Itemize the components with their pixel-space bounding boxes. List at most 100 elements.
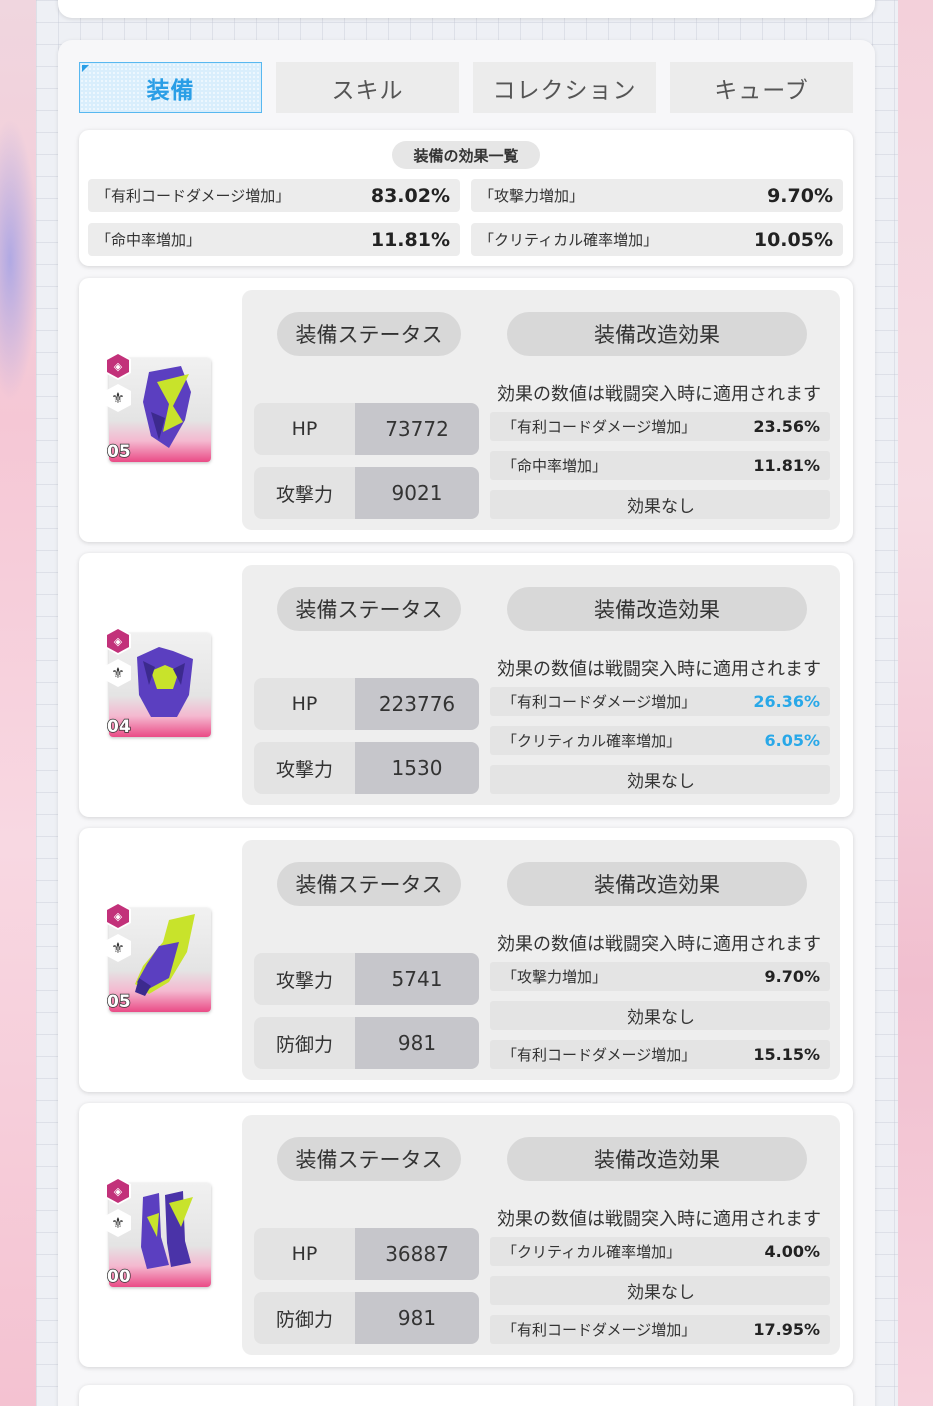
mod-row: 「クリティカル確率増加」 6.05%	[490, 726, 830, 755]
mod-row: 「有利コードダメージ増加」 26.36%	[490, 687, 830, 716]
equipment-detail-panel: 装備ステータス 装備改造効果 HP 223776 攻撃力 1530 効果の数値は…	[242, 565, 840, 805]
summary-value: 9.70%	[767, 184, 833, 207]
tab-collection[interactable]: コレクション	[473, 62, 656, 113]
stat-row: 防御力 981	[254, 1292, 479, 1344]
equipment-detail-panel: 装備ステータス 装備改造効果 攻撃力 5741 防御力 981 効果の数値は戦闘…	[242, 840, 840, 1080]
equipment-card: ◈ ⚜ 00 装備ステータス 装備改造効果 HP 36887 防御力 981 効…	[79, 1103, 853, 1367]
equipment-detail-panel: 装備ステータス 装備改造効果 HP 36887 防御力 981 効果の数値は戦闘…	[242, 1115, 840, 1355]
stat-row: HP 36887	[254, 1228, 479, 1280]
tab-label: キューブ	[714, 77, 809, 104]
stat-label: 防御力	[254, 1017, 355, 1069]
summary-row: 「クリティカル確率増加」 10.05%	[471, 223, 843, 256]
mod-row-empty: 効果なし	[490, 1001, 830, 1030]
mod-note: 効果の数値は戦闘突入時に適用されます	[497, 384, 821, 405]
mod-row: 「有利コードダメージ増加」 23.56%	[490, 412, 830, 441]
summary-value: 10.05%	[753, 228, 833, 251]
mod-row: 「有利コードダメージ増加」 17.95%	[490, 1315, 830, 1344]
stat-row: 攻撃力 9021	[254, 467, 479, 519]
summary-label: 「有利コードダメージ増加」	[96, 187, 291, 205]
stat-label: HP	[254, 1228, 355, 1280]
mod-label: 「命中率増加」	[502, 457, 608, 475]
mod-label: 「有利コードダメージ増加」	[502, 693, 697, 711]
mod-title: 装備改造効果	[507, 587, 807, 631]
stat-label: 攻撃力	[254, 742, 355, 794]
stat-row: 防御力 981	[254, 1017, 479, 1069]
next-card	[79, 1385, 853, 1406]
mod-title: 装備改造効果	[507, 862, 807, 906]
summary-title: 装備の効果一覧	[392, 141, 540, 169]
mod-label: 「有利コードダメージ増加」	[502, 1046, 697, 1064]
right-background-art	[897, 0, 933, 1406]
equipment-item[interactable]: ◈ ⚜ 04	[105, 627, 213, 739]
mod-value: 26.36%	[753, 692, 820, 711]
stat-value: 5741	[355, 953, 479, 1005]
stat-label: HP	[254, 403, 355, 455]
status-title: 装備ステータス	[277, 862, 461, 906]
stat-value: 9021	[355, 467, 479, 519]
no-effect-label: 効果なし	[627, 772, 695, 792]
mod-label: 「有利コードダメージ増加」	[502, 1321, 697, 1339]
stat-value: 1530	[355, 742, 479, 794]
tab-skills[interactable]: スキル	[276, 62, 459, 113]
summary-row: 「攻撃力増加」 9.70%	[471, 179, 843, 212]
stat-row: HP 73772	[254, 403, 479, 455]
mod-note: 効果の数値は戦闘突入時に適用されます	[497, 934, 821, 955]
mod-note: 効果の数値は戦闘突入時に適用されます	[497, 1209, 821, 1230]
left-background-art	[0, 0, 38, 1406]
status-title: 装備ステータス	[277, 587, 461, 631]
equipment-level: 00	[106, 1266, 131, 1288]
summary-value: 83.02%	[370, 184, 450, 207]
stat-label: HP	[254, 678, 355, 730]
mod-row: 「攻撃力増加」 9.70%	[490, 962, 830, 991]
mod-value: 11.81%	[753, 456, 820, 475]
tab-label: コレクション	[492, 77, 637, 104]
tab-bar: 装備 スキル コレクション キューブ	[79, 62, 853, 113]
stat-label: 攻撃力	[254, 953, 355, 1005]
summary-value: 11.81%	[370, 228, 450, 251]
equipment-item[interactable]: ◈ ⚜ 05	[105, 902, 213, 1014]
mod-row: 「有利コードダメージ増加」 15.15%	[490, 1040, 830, 1069]
mod-title: 装備改造効果	[507, 1137, 807, 1181]
mod-title: 装備改造効果	[507, 312, 807, 356]
equipment-effects-summary: 装備の効果一覧 「有利コードダメージ増加」 83.02% 「攻撃力増加」 9.7…	[79, 130, 853, 266]
mod-row-empty: 効果なし	[490, 490, 830, 519]
stat-row: 攻撃力 1530	[254, 742, 479, 794]
mod-row: 「クリティカル確率増加」 4.00%	[490, 1237, 830, 1266]
tab-cube[interactable]: キューブ	[670, 62, 853, 113]
summary-label: 「命中率増加」	[96, 231, 202, 249]
mod-row: 「命中率増加」 11.81%	[490, 451, 830, 480]
stat-row: HP 223776	[254, 678, 479, 730]
mod-value: 9.70%	[764, 967, 820, 986]
equipment-card: ◈ ⚜ 05 装備ステータス 装備改造効果 攻撃力 5741 防御力 981 効…	[79, 828, 853, 1092]
status-title: 装備ステータス	[277, 1137, 461, 1181]
mod-value: 15.15%	[753, 1045, 820, 1064]
equipment-card: ◈ ⚜ 05 装備ステータス 装備改造効果 HP 73772 攻撃力 9021 …	[79, 278, 853, 542]
equipment-detail-panel: 装備ステータス 装備改造効果 HP 73772 攻撃力 9021 効果の数値は戦…	[242, 290, 840, 530]
stat-value: 981	[355, 1292, 479, 1344]
status-title: 装備ステータス	[277, 312, 461, 356]
tab-equipment[interactable]: 装備	[79, 62, 262, 113]
equipment-level: 04	[106, 716, 131, 738]
mod-note: 効果の数値は戦闘突入時に適用されます	[497, 659, 821, 680]
mod-label: 「クリティカル確率増加」	[502, 732, 682, 750]
no-effect-label: 効果なし	[627, 497, 695, 517]
mod-label: 「攻撃力増加」	[502, 968, 608, 986]
mod-row-empty: 効果なし	[490, 1276, 830, 1305]
mod-label: 「クリティカル確率増加」	[502, 1243, 682, 1261]
equipment-item[interactable]: ◈ ⚜ 05	[105, 352, 213, 464]
mod-row-empty: 効果なし	[490, 765, 830, 794]
equipment-card: ◈ ⚜ 04 装備ステータス 装備改造効果 HP 223776 攻撃力 1530…	[79, 553, 853, 817]
stat-value: 36887	[355, 1228, 479, 1280]
mod-value: 4.00%	[764, 1242, 820, 1261]
summary-row: 「有利コードダメージ増加」 83.02%	[88, 179, 460, 212]
stat-value: 981	[355, 1017, 479, 1069]
mod-value: 23.56%	[753, 417, 820, 436]
summary-row: 「命中率増加」 11.81%	[88, 223, 460, 256]
no-effect-label: 効果なし	[627, 1008, 695, 1028]
summary-label: 「クリティカル確率増加」	[479, 231, 659, 249]
stat-value: 223776	[355, 678, 479, 730]
previous-card	[58, 0, 875, 18]
equipment-item[interactable]: ◈ ⚜ 00	[105, 1177, 213, 1289]
no-effect-label: 効果なし	[627, 1283, 695, 1303]
equipment-level: 05	[106, 441, 131, 463]
